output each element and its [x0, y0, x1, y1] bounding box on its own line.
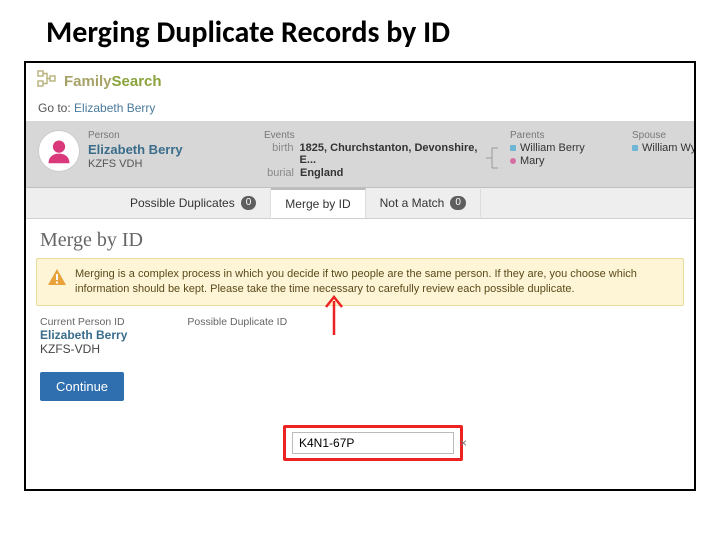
male-bullet-icon	[632, 145, 638, 151]
slide-title: Merging Duplicate Records by ID	[0, 0, 720, 61]
spouse-row[interactable]: William Wyatt	[632, 142, 696, 154]
col-spouse: Spouse William Wyatt	[632, 130, 696, 154]
parent-row[interactable]: William Berry	[510, 142, 620, 154]
current-person-col: Current Person ID Elizabeth Berry KZFS-V…	[40, 316, 127, 356]
label-parents: Parents	[510, 130, 620, 141]
brand-text-family: Family	[64, 73, 112, 90]
clear-input-icon[interactable]: ×	[460, 436, 467, 450]
goto-bar: Go to: Elizabeth Berry	[26, 97, 694, 122]
person-name[interactable]: Elizabeth Berry	[88, 142, 228, 157]
possible-duplicate-col: Possible Duplicate ID	[187, 316, 287, 356]
id-columns: Current Person ID Elizabeth Berry KZFS-V…	[26, 314, 694, 362]
current-id: KZFS-VDH	[40, 342, 127, 356]
parent-name: Mary	[520, 155, 544, 167]
col-events: Events birth 1825, Churchstanton, Devons…	[264, 130, 494, 179]
section-title: Merge by ID	[26, 219, 694, 258]
tabs: Possible Duplicates 0 Merge by ID Not a …	[26, 188, 694, 219]
goto-link[interactable]: Elizabeth Berry	[74, 101, 155, 115]
avatar	[38, 130, 80, 172]
brand-bar: FamilySearch	[26, 63, 694, 97]
event-row: burial England	[264, 167, 494, 179]
possible-id-label: Possible Duplicate ID	[187, 316, 287, 328]
app-frame: FamilySearch Go to: Elizabeth Berry Pers…	[24, 61, 696, 491]
duplicate-id-highlight: ×	[283, 425, 463, 461]
warning-banner: Merging is a complex process in which yo…	[36, 258, 684, 306]
tab-label: Possible Duplicates	[130, 196, 235, 210]
brand-text-search: Search	[112, 73, 162, 90]
warning-icon	[47, 267, 67, 287]
tab-label: Merge by ID	[285, 197, 350, 211]
current-name: Elizabeth Berry	[40, 328, 127, 342]
spouse-name: William Wyatt	[642, 142, 696, 154]
duplicate-id-input[interactable]	[293, 436, 460, 450]
event-value: 1825, Churchstanton, Devonshire, E...	[300, 142, 494, 166]
label-spouse: Spouse	[632, 130, 696, 141]
parent-name: William Berry	[520, 142, 585, 154]
logo-tree-icon	[36, 69, 60, 93]
event-value: England	[300, 167, 343, 179]
person-id: KZFS VDH	[88, 158, 228, 170]
event-key: burial	[264, 167, 294, 179]
female-bullet-icon	[510, 158, 516, 164]
warning-text: Merging is a complex process in which yo…	[75, 267, 673, 297]
label-events: Events	[264, 130, 494, 141]
event-row: birth 1825, Churchstanton, Devonshire, E…	[264, 142, 494, 166]
label-person: Person	[88, 130, 228, 141]
tab-label: Not a Match	[380, 196, 445, 210]
duplicate-id-input-wrap: ×	[292, 432, 454, 454]
person-summary: Person Elizabeth Berry KZFS VDH Events b…	[26, 122, 694, 188]
parent-row[interactable]: Mary	[510, 155, 620, 167]
tab-count: 0	[450, 196, 466, 210]
current-id-label: Current Person ID	[40, 316, 127, 328]
col-parents: Parents William Berry Mary	[510, 130, 620, 167]
tab-merge-by-id[interactable]: Merge by ID	[271, 188, 365, 218]
continue-button[interactable]: Continue	[40, 372, 124, 401]
male-bullet-icon	[510, 145, 516, 151]
tab-count: 0	[241, 196, 257, 210]
col-person: Person Elizabeth Berry KZFS VDH	[88, 130, 228, 170]
up-arrow-annotation-icon	[322, 291, 346, 337]
goto-label: Go to:	[38, 101, 74, 115]
tab-not-a-match[interactable]: Not a Match 0	[366, 189, 481, 217]
tab-possible-duplicates[interactable]: Possible Duplicates 0	[116, 189, 271, 217]
rel-tree-icon	[484, 144, 500, 172]
event-key: birth	[264, 142, 294, 154]
